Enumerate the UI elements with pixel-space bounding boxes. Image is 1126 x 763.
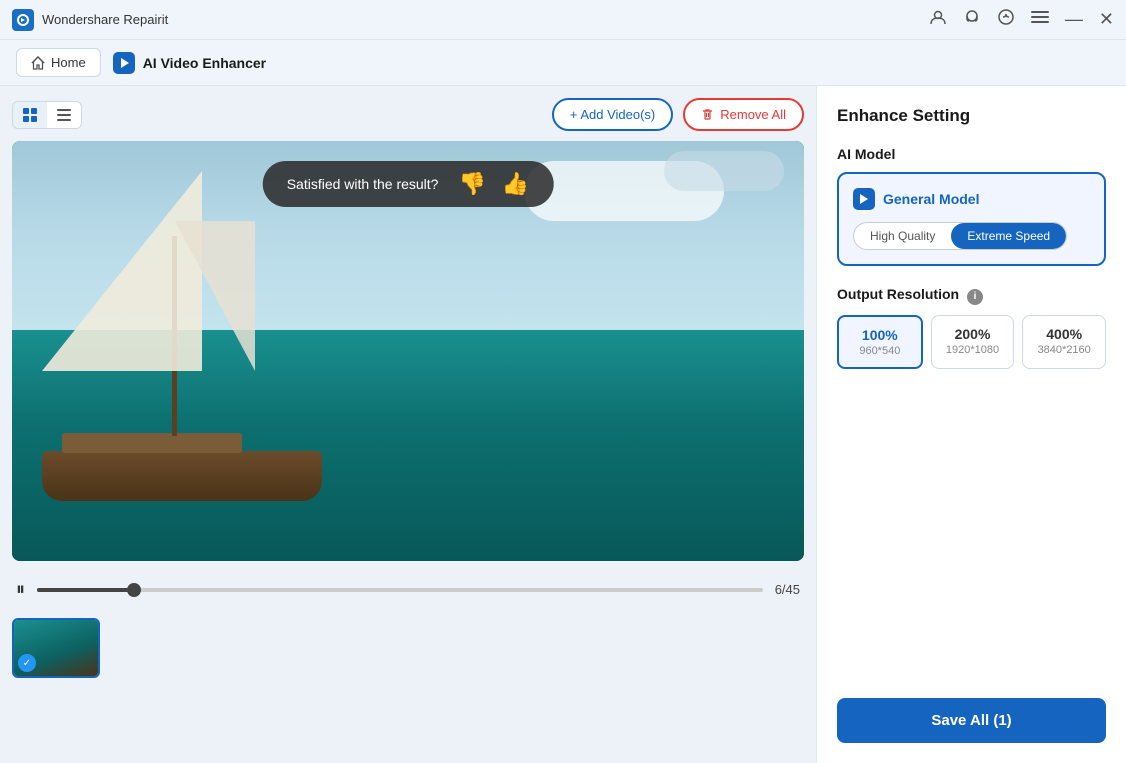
output-resolution-section: Output Resolution i 100% 960*540 200% 19… (837, 286, 1106, 369)
save-all-button[interactable]: Save All (1) (837, 698, 1106, 743)
home-button[interactable]: Home (16, 48, 101, 77)
headset-icon[interactable] (963, 8, 981, 31)
grid-view-button[interactable] (13, 102, 47, 128)
thumbs-down-icon[interactable]: 👎 (458, 171, 485, 197)
resolution-400-button[interactable]: 400% 3840*2160 (1022, 315, 1106, 369)
ai-model-section: AI Model General Model High Quality Extr… (837, 146, 1106, 266)
nav-bar: Home AI Video Enhancer (0, 40, 1126, 86)
model-name-label: General Model (883, 191, 979, 207)
info-icon[interactable]: i (967, 289, 983, 305)
feedback-prompt: Satisfied with the result? (287, 176, 439, 192)
left-panel: + Add Video(s) Remove All (0, 86, 816, 763)
main-content: + Add Video(s) Remove All (0, 86, 1126, 763)
app-icon (12, 9, 34, 31)
resolution-200-button[interactable]: 200% 1920*1080 (931, 315, 1015, 369)
thumbnail-check-icon: ✓ (18, 654, 36, 672)
cloud-2 (664, 151, 784, 191)
progress-fill (37, 588, 134, 592)
toolbar: + Add Video(s) Remove All (12, 98, 804, 131)
res-400-percent: 400% (1027, 326, 1101, 342)
add-videos-button[interactable]: + Add Video(s) (552, 98, 673, 131)
pause-button[interactable]: ⏸ (16, 579, 25, 600)
home-label: Home (51, 55, 86, 70)
frame-counter: 6/45 (775, 582, 800, 597)
enhance-setting-title: Enhance Setting (837, 106, 1106, 126)
ai-model-label: AI Model (837, 146, 1106, 162)
ai-video-icon (113, 52, 135, 74)
model-card-header: General Model (853, 188, 1090, 210)
minimize-button[interactable]: — (1065, 9, 1083, 30)
quality-toggle: High Quality Extreme Speed (853, 222, 1067, 250)
model-card[interactable]: General Model High Quality Extreme Speed (837, 172, 1106, 266)
feedback-icons: 👎 👍 (458, 171, 529, 197)
boat-deck (62, 433, 242, 453)
feedback-overlay: Satisfied with the result? 👎 👍 (263, 161, 554, 207)
chat-icon[interactable] (997, 8, 1015, 31)
account-icon[interactable] (929, 8, 947, 31)
res-100-percent: 100% (843, 327, 917, 343)
title-bar: Wondershare Repairit — ✕ (0, 0, 1126, 40)
toolbar-actions: + Add Video(s) Remove All (552, 98, 804, 131)
view-toggle (12, 101, 82, 129)
resolution-100-button[interactable]: 100% 960*540 (837, 315, 923, 369)
thumbnail-item[interactable]: ✓ (12, 618, 100, 678)
list-view-button[interactable] (47, 102, 81, 128)
video-container: Satisfied with the result? 👎 👍 (12, 141, 804, 561)
app-title: Wondershare Repairit (42, 12, 168, 27)
res-100-dims: 960*540 (843, 345, 917, 357)
progress-thumb[interactable] (127, 583, 141, 597)
output-resolution-label: Output Resolution i (837, 286, 1106, 305)
sail-secondary (175, 221, 255, 371)
current-page-label: AI Video Enhancer (143, 55, 266, 71)
res-400-dims: 3840*2160 (1027, 344, 1101, 356)
resolution-options: 100% 960*540 200% 1920*1080 400% 3840*21… (837, 315, 1106, 369)
extreme-speed-button[interactable]: Extreme Speed (951, 223, 1066, 249)
title-bar-left: Wondershare Repairit (12, 9, 168, 31)
remove-all-label: Remove All (720, 107, 786, 122)
res-200-dims: 1920*1080 (936, 344, 1010, 356)
remove-all-button[interactable]: Remove All (683, 98, 804, 131)
video-controls: ⏸ 6/45 (12, 571, 804, 608)
model-icon (853, 188, 875, 210)
right-panel: Enhance Setting AI Model General Model H… (816, 86, 1126, 763)
high-quality-button[interactable]: High Quality (854, 223, 951, 249)
close-button[interactable]: ✕ (1099, 9, 1114, 30)
nav-current-page: AI Video Enhancer (113, 52, 266, 74)
title-bar-controls: — ✕ (929, 8, 1114, 31)
res-200-percent: 200% (936, 326, 1010, 342)
menu-icon[interactable] (1031, 8, 1049, 31)
progress-bar[interactable] (37, 588, 763, 592)
thumbs-up-icon[interactable]: 👍 (502, 171, 529, 197)
boat-hull (42, 451, 322, 501)
spacer (837, 389, 1106, 679)
thumbnails-row: ✓ (12, 618, 804, 678)
